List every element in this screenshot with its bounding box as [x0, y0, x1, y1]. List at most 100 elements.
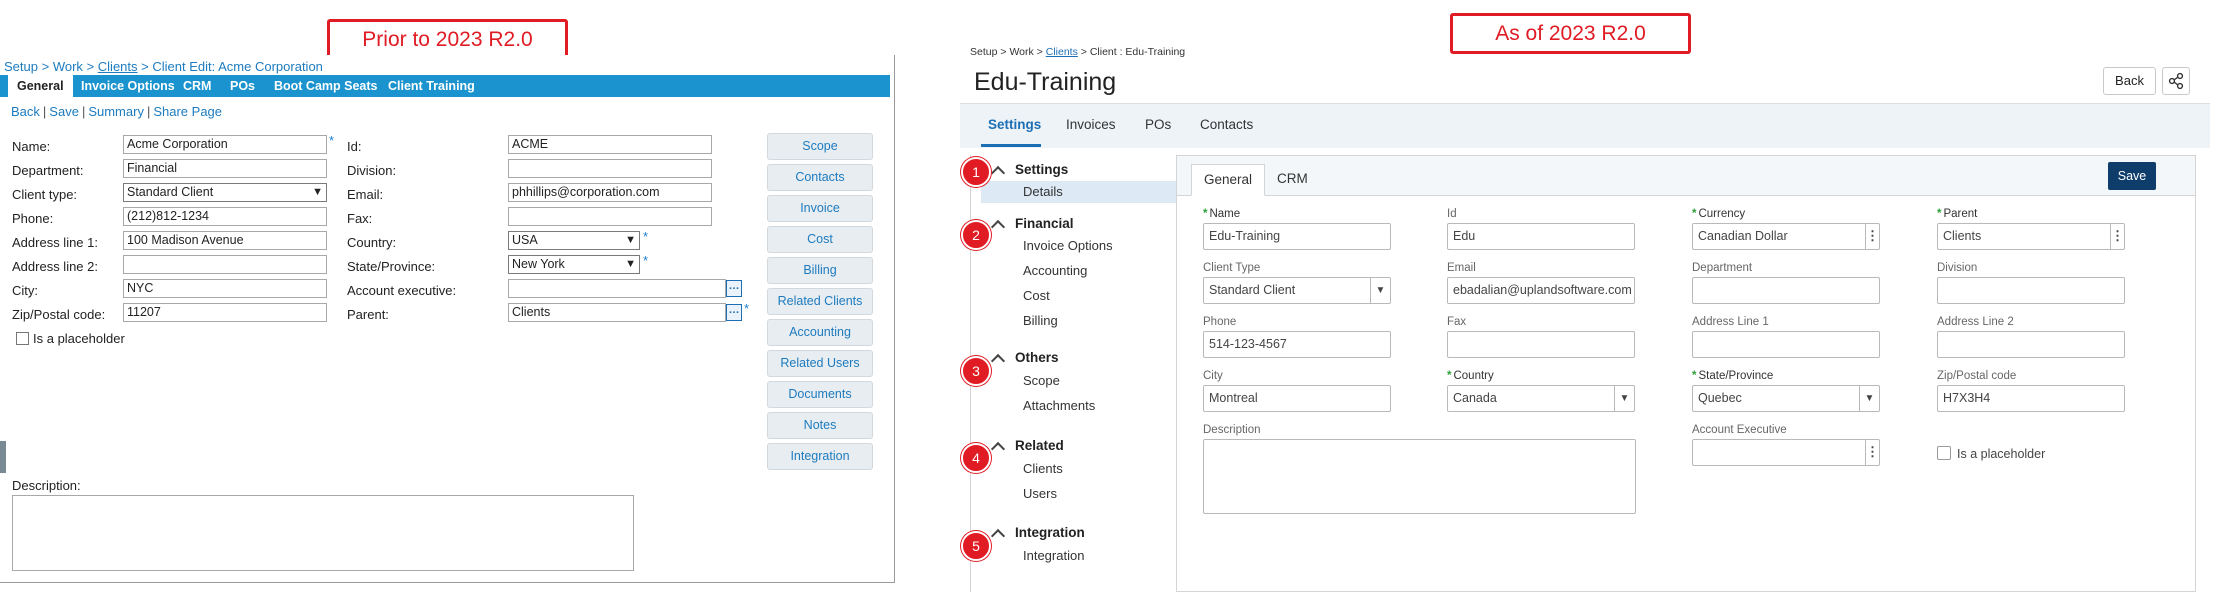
- subtab-general[interactable]: General: [1191, 164, 1266, 196]
- account-exec-field[interactable]: ⋮: [1692, 439, 1880, 466]
- country-select[interactable]: Canada ▼: [1447, 385, 1635, 412]
- chevron-up-icon[interactable]: [990, 165, 1006, 181]
- tab-pos[interactable]: POs: [221, 75, 264, 97]
- invoice-button[interactable]: Invoice: [767, 195, 873, 222]
- back-button[interactable]: Back: [2103, 67, 2156, 95]
- more-options-icon[interactable]: ⋮: [1865, 224, 1879, 249]
- notes-button[interactable]: Notes: [767, 412, 873, 439]
- nav-item-details[interactable]: Details: [1023, 184, 1063, 199]
- nav-item-invoice-options[interactable]: Invoice Options: [1023, 238, 1113, 253]
- scope-button[interactable]: Scope: [767, 133, 873, 160]
- department-field[interactable]: Financial: [123, 159, 327, 178]
- share-button[interactable]: [2162, 67, 2190, 95]
- city-field[interactable]: NYC: [123, 279, 327, 298]
- account-exec-field[interactable]: [508, 279, 726, 298]
- nav-item-integration[interactable]: Integration: [1023, 548, 1084, 563]
- back-link[interactable]: Back: [11, 104, 40, 119]
- address1-field[interactable]: 100 Madison Avenue: [123, 231, 327, 250]
- tab-crm[interactable]: CRM: [174, 75, 220, 97]
- crumb-clients[interactable]: Clients: [1046, 46, 1078, 58]
- placeholder-checkbox[interactable]: [1937, 446, 1951, 460]
- account-exec-lookup-button[interactable]: …: [726, 280, 742, 297]
- name-field[interactable]: Edu-Training: [1203, 223, 1391, 250]
- integration-button[interactable]: Integration: [767, 443, 873, 470]
- fax-field[interactable]: [1447, 331, 1635, 358]
- tab-invoice-options[interactable]: Invoice Options: [72, 75, 184, 97]
- parent-lookup-button[interactable]: …: [726, 304, 742, 321]
- chevron-up-icon[interactable]: [990, 441, 1006, 457]
- nav-group-integration[interactable]: Integration: [1015, 525, 1085, 540]
- save-button[interactable]: Save: [2108, 162, 2156, 190]
- tab-invoices[interactable]: Invoices: [1066, 117, 1116, 132]
- crumb-clients[interactable]: Clients: [98, 59, 138, 74]
- address1-field[interactable]: [1692, 331, 1880, 358]
- parent-field[interactable]: Clients ⋮: [1937, 223, 2125, 250]
- zip-field[interactable]: H7X3H4: [1937, 385, 2125, 412]
- crumb-setup[interactable]: Setup: [4, 59, 38, 74]
- accounting-button[interactable]: Accounting: [767, 319, 873, 346]
- nav-item-accounting[interactable]: Accounting: [1023, 263, 1087, 278]
- documents-button[interactable]: Documents: [767, 381, 873, 408]
- phone-field[interactable]: (212)812-1234: [123, 207, 327, 226]
- tab-boot-camp-seats[interactable]: Boot Camp Seats: [265, 75, 387, 97]
- email-field[interactable]: phhillips@corporation.com: [508, 183, 712, 202]
- nav-item-clients[interactable]: Clients: [1023, 461, 1063, 476]
- phone-field[interactable]: 514-123-4567: [1203, 331, 1391, 358]
- nav-group-settings[interactable]: Settings: [1015, 162, 1068, 177]
- currency-field[interactable]: Canadian Dollar ⋮: [1692, 223, 1880, 250]
- email-field[interactable]: ebadalian@uplandsoftware.com: [1447, 277, 1635, 304]
- description-textarea[interactable]: [12, 495, 634, 571]
- tab-general[interactable]: General: [8, 75, 73, 97]
- parent-field[interactable]: Clients: [508, 303, 726, 322]
- contacts-button[interactable]: Contacts: [767, 164, 873, 191]
- zip-field[interactable]: 11207: [123, 303, 327, 322]
- department-field[interactable]: [1692, 277, 1880, 304]
- name-field[interactable]: Acme Corporation: [123, 135, 327, 154]
- id-field[interactable]: ACME: [508, 135, 712, 154]
- related-clients-button[interactable]: Related Clients: [767, 288, 873, 315]
- chevron-up-icon[interactable]: [990, 219, 1006, 235]
- country-select[interactable]: USA ▼: [508, 231, 640, 250]
- related-users-button[interactable]: Related Users: [767, 350, 873, 377]
- save-link[interactable]: Save: [49, 104, 79, 119]
- summary-link[interactable]: Summary: [88, 104, 144, 119]
- client-type-select[interactable]: Standard Client ▼: [1203, 277, 1391, 304]
- required-mark: *: [744, 301, 750, 316]
- city-field[interactable]: Montreal: [1203, 385, 1391, 412]
- tab-client-training[interactable]: Client Training: [379, 75, 484, 97]
- chevron-up-icon[interactable]: [990, 353, 1006, 369]
- more-options-icon[interactable]: ⋮: [2110, 224, 2124, 249]
- address2-field[interactable]: [1937, 331, 2125, 358]
- state-select[interactable]: Quebec ▼: [1692, 385, 1880, 412]
- subtab-crm[interactable]: CRM: [1265, 164, 1320, 196]
- nav-item-cost[interactable]: Cost: [1023, 288, 1050, 303]
- cost-button[interactable]: Cost: [767, 226, 873, 253]
- tab-settings[interactable]: Settings: [988, 117, 1041, 132]
- state-select[interactable]: New York ▼: [508, 255, 640, 274]
- crumb-setup[interactable]: Setup: [970, 46, 997, 58]
- billing-button[interactable]: Billing: [767, 257, 873, 284]
- id-field[interactable]: Edu: [1447, 223, 1635, 250]
- share-page-link[interactable]: Share Page: [153, 104, 222, 119]
- nav-group-related[interactable]: Related: [1015, 438, 1064, 453]
- address2-field[interactable]: [123, 255, 327, 274]
- crumb-work[interactable]: Work: [53, 59, 83, 74]
- nav-item-billing[interactable]: Billing: [1023, 313, 1058, 328]
- nav-item-scope[interactable]: Scope: [1023, 373, 1060, 388]
- nav-item-users[interactable]: Users: [1023, 486, 1057, 501]
- nav-item-attachments[interactable]: Attachments: [1023, 398, 1095, 413]
- division-field[interactable]: [508, 159, 712, 178]
- collapse-handle[interactable]: [0, 441, 6, 473]
- tab-contacts[interactable]: Contacts: [1200, 117, 1253, 132]
- chevron-up-icon[interactable]: [990, 528, 1006, 544]
- nav-group-others[interactable]: Others: [1015, 350, 1059, 365]
- crumb-work[interactable]: Work: [1009, 46, 1033, 58]
- placeholder-checkbox[interactable]: [16, 332, 29, 345]
- division-field[interactable]: [1937, 277, 2125, 304]
- tab-pos[interactable]: POs: [1145, 117, 1171, 132]
- nav-group-financial[interactable]: Financial: [1015, 216, 1074, 231]
- client-type-select[interactable]: Standard Client ▼: [123, 183, 327, 202]
- more-options-icon[interactable]: ⋮: [1865, 440, 1879, 465]
- description-textarea[interactable]: [1203, 439, 1636, 514]
- fax-field[interactable]: [508, 207, 712, 226]
